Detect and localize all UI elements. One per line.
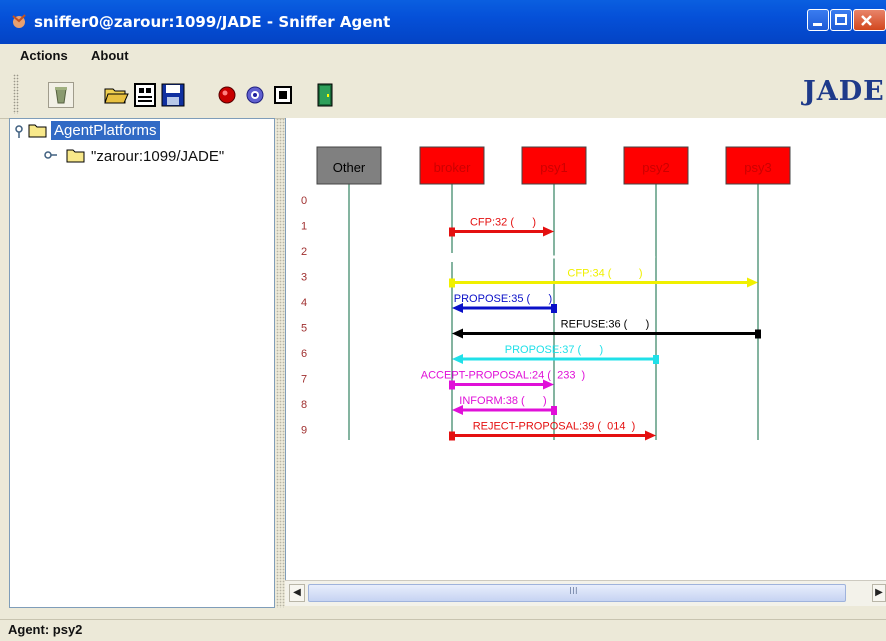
- tree-root-agent-platforms[interactable]: AgentPlatforms: [51, 121, 160, 140]
- row-number: 6: [301, 348, 307, 360]
- status-agent: Agent: psy2: [8, 622, 83, 637]
- write-messages-icon: [134, 83, 156, 107]
- message-arrowhead: [645, 252, 656, 262]
- exit-icon: [317, 83, 333, 107]
- message-label[interactable]: ACCEPT-PROPOSAL:24 ( 233 ): [421, 370, 585, 382]
- clear-canvas-button[interactable]: [48, 82, 74, 108]
- agent-label-psy1[interactable]: psy1: [540, 160, 567, 175]
- message-sequence-diagram[interactable]: Other broker psy1 psy2 psy3 0 1 2 3 4 5 6 7 8 9 CFP:32 …: [285, 118, 886, 580]
- message-arrowhead: [543, 226, 554, 237]
- minimize-button[interactable]: [807, 9, 829, 31]
- message-origin-marker: [449, 431, 455, 441]
- save-button[interactable]: [160, 82, 186, 108]
- message-label[interactable]: CFP:32 ( ): [470, 217, 536, 229]
- save-icon: [161, 83, 185, 107]
- message-origin-marker: [449, 253, 455, 262]
- scroll-thumb[interactable]: III: [308, 584, 846, 602]
- menu-about[interactable]: About: [91, 48, 129, 63]
- agent-tree-panel[interactable]: [9, 118, 275, 608]
- window-title: sniffer0@zarour:1099/JADE - Sniffer Agen…: [34, 13, 391, 31]
- message-label[interactable]: INFORM:38 ( ): [459, 395, 546, 407]
- message-origin-marker: [449, 380, 455, 390]
- folder-icon: [28, 124, 47, 138]
- agent-label-psy3[interactable]: psy3: [744, 160, 771, 175]
- tree-item-platform[interactable]: "zarour:1099/JADE": [91, 148, 224, 165]
- message-arrowhead: [747, 277, 758, 288]
- exit-button[interactable]: [312, 82, 338, 108]
- sniffer-app-icon: [12, 14, 26, 28]
- row-number: 4: [301, 297, 307, 309]
- add-agent-button[interactable]: [214, 82, 240, 108]
- menu-bar: [0, 44, 886, 68]
- row-number: 2: [301, 246, 307, 258]
- message-origin-marker: [449, 227, 455, 237]
- scroll-left-arrow[interactable]: ◀: [289, 584, 305, 602]
- close-icon: [861, 15, 872, 26]
- message-arrowhead: [452, 328, 463, 339]
- row-number: 5: [301, 323, 307, 335]
- message-origin-marker: [449, 278, 455, 288]
- scroll-right-arrow[interactable]: ▶: [872, 584, 886, 602]
- close-button[interactable]: [853, 9, 886, 31]
- show-only-icon: [274, 86, 292, 104]
- row-number: 8: [301, 399, 307, 411]
- menu-actions[interactable]: Actions: [20, 48, 68, 63]
- status-bar: [0, 619, 886, 641]
- open-file-button[interactable]: [103, 82, 129, 108]
- remove-agent-icon: [246, 86, 264, 104]
- toolbar-grip[interactable]: [13, 74, 19, 114]
- agent-label-broker[interactable]: broker: [434, 160, 472, 175]
- message-origin-marker: [653, 355, 659, 364]
- message-label[interactable]: PROPOSE:37 ( ): [505, 344, 603, 356]
- open-file-icon: [104, 88, 129, 104]
- message-label[interactable]: PROPOSE:35 ( ): [454, 293, 552, 305]
- message-label[interactable]: CFP:34 ( ): [567, 268, 642, 280]
- maximize-button[interactable]: [830, 9, 852, 31]
- row-number: 7: [301, 374, 307, 386]
- row-number: 0: [301, 195, 307, 207]
- row-number: 3: [301, 272, 307, 284]
- message-origin-marker: [755, 329, 761, 339]
- message-origin-marker: [551, 406, 557, 415]
- row-number: 9: [301, 425, 307, 437]
- remove-agent-button[interactable]: [242, 82, 268, 108]
- scroll-thumb-grip: III: [569, 586, 578, 597]
- message-arrowhead: [645, 430, 656, 441]
- agent-label-psy2[interactable]: psy2: [642, 160, 669, 175]
- folder-icon: [66, 149, 85, 163]
- message-origin-marker: [551, 304, 557, 313]
- jade-logo: JADE: [803, 76, 885, 107]
- message-arrowhead: [452, 354, 463, 364]
- agent-label-Other[interactable]: Other: [333, 160, 366, 175]
- add-agent-icon: [218, 86, 236, 104]
- split-pane-divider[interactable]: [276, 118, 285, 608]
- show-only-button[interactable]: [270, 82, 296, 108]
- write-messages-button[interactable]: [132, 82, 158, 108]
- clear-canvas-icon: [55, 87, 67, 104]
- tree-root-handle-icon[interactable]: [14, 125, 26, 139]
- message-label[interactable]: REFUSE:36 ( ): [561, 319, 650, 331]
- message-label[interactable]: CFP:33 ( ): [516, 242, 591, 254]
- message-label[interactable]: REJECT-PROPOSAL:39 ( 014 ): [473, 421, 636, 433]
- row-number: 1: [301, 221, 307, 233]
- tree-child-handle-icon[interactable]: [44, 150, 58, 160]
